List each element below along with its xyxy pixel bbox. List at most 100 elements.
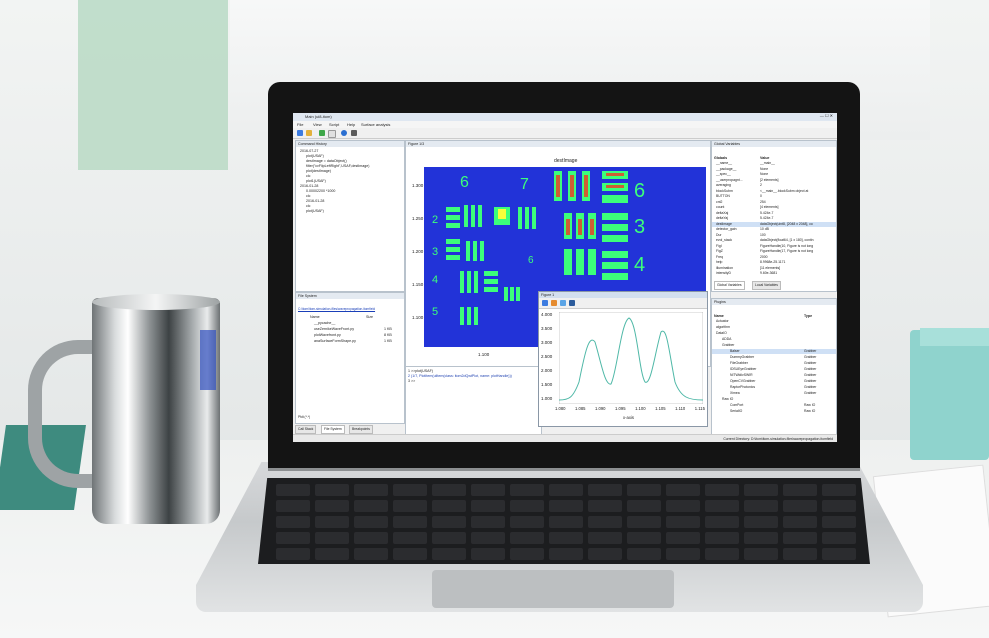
- plugin-row[interactable]: FileGrabber Grabber: [712, 361, 836, 366]
- pan-icon[interactable]: [551, 300, 557, 306]
- variable-row[interactable]: Dur 100: [712, 233, 836, 238]
- settings-icon[interactable]: [351, 130, 357, 136]
- file-row[interactable]: plotWavefront.py: [314, 333, 341, 337]
- variable-row[interactable]: evol_stack dataObject(float64, [1 x 180],…: [712, 238, 836, 243]
- window-controls[interactable]: — ☐ ✕: [820, 113, 833, 118]
- element-number: 5: [432, 306, 438, 318]
- plugin-row[interactable]: OpenCVGrabber Grabber: [712, 379, 836, 384]
- variable-row[interactable]: __userpropagnt... [2 elements]: [712, 178, 836, 183]
- marker-icon[interactable]: [569, 300, 575, 306]
- console-line: 2 (1/7, PlotItem(uiItem(class: itom2dQwt…: [408, 374, 512, 378]
- history-line[interactable]: destImage = dataObject(): [306, 159, 347, 163]
- plugin-row[interactable]: Balser Grabber: [712, 349, 836, 354]
- history-line[interactable]: plot1(USAF): [306, 179, 326, 183]
- variable-row[interactable]: __spec__ None: [712, 172, 836, 177]
- history-line[interactable]: 2016-01-28: [300, 184, 318, 188]
- variable-row[interactable]: averaging 2: [712, 183, 836, 188]
- variable-row[interactable]: help 8.9968e-25.1171: [712, 260, 836, 265]
- variable-row[interactable]: illumination [11 elements]: [712, 266, 836, 271]
- plugin-row[interactable]: SerialIO Raw IO: [712, 409, 836, 414]
- console-panel[interactable]: 1 >>plot(USAF) 2 (1/7, PlotItem(uiItem(c…: [405, 366, 542, 436]
- file-row[interactable]: anaSurfaceFormShape.py: [314, 339, 356, 343]
- variable-row[interactable]: __name__ __main__: [712, 161, 836, 166]
- command-history-panel: Command History 2016-07-27 plot(USAF) de…: [295, 140, 405, 292]
- keyboard-key: [783, 548, 817, 560]
- tab-breakpoints[interactable]: Breakpoints: [349, 425, 373, 434]
- tab-file-system[interactable]: File System: [321, 425, 345, 434]
- variable-name: help: [716, 260, 723, 264]
- variable-row[interactable]: BUTTON 0: [712, 194, 836, 199]
- plugin-row[interactable]: Ximea Grabber: [712, 391, 836, 396]
- plugin-row[interactable]: DummyGrabber Grabber: [712, 355, 836, 360]
- variable-value: 2: [760, 183, 762, 187]
- plugin-row[interactable]: NITWidivSWIR Grabber: [712, 373, 836, 378]
- variable-row[interactable]: cnt2 254: [712, 200, 836, 205]
- plugin-row[interactable]: ADDA: [712, 337, 836, 342]
- plugin-row[interactable]: Actuator: [712, 319, 836, 324]
- file-size: 8 KB: [384, 333, 392, 337]
- variable-row[interactable]: count [4 elements]: [712, 205, 836, 210]
- camera-icon[interactable]: [328, 130, 336, 138]
- save-icon[interactable]: [542, 300, 548, 306]
- variable-value: 254: [760, 199, 766, 204]
- history-line[interactable]: filter("cvFlipLeftRight",USAF,destImage): [306, 164, 369, 168]
- history-line[interactable]: clc: [306, 174, 310, 178]
- variable-row[interactable]: detector_gain 10 dB: [712, 227, 836, 232]
- current-path[interactable]: C:\itom\itom-simulation-files\wavepropag…: [298, 307, 375, 311]
- file-row[interactable]: useZernikeWaveFront.py: [314, 327, 354, 331]
- tab-global-variables[interactable]: Global Variables: [714, 281, 745, 290]
- new-script-icon[interactable]: [297, 130, 303, 136]
- variable-row[interactable]: deltaYaj 5.424e-7: [712, 216, 836, 221]
- tab-local-variables[interactable]: Local Variables: [752, 281, 781, 290]
- file-row[interactable]: __pycache__: [314, 321, 335, 325]
- plugin-row[interactable]: Grabber: [712, 343, 836, 348]
- variable-value: 10 dB: [760, 227, 769, 231]
- y-tick: 1.250: [412, 216, 424, 221]
- variable-row[interactable]: __package__ None: [712, 167, 836, 172]
- menu-surface-analysis[interactable]: Surface analysis: [361, 122, 390, 127]
- plugin-type: Grabber: [804, 391, 817, 395]
- variable-name: FigI: [716, 243, 722, 248]
- variable-name: cnt2: [716, 199, 723, 204]
- run-icon[interactable]: [319, 130, 325, 136]
- plugin-row[interactable]: ComPort Raw IO: [712, 403, 836, 408]
- tab-call-stack[interactable]: Call Stack: [295, 425, 317, 434]
- history-line[interactable]: clc: [306, 194, 310, 198]
- plugin-row[interactable]: algorithm: [712, 325, 836, 330]
- menu-file[interactable]: File: [297, 122, 303, 127]
- menu-script[interactable]: Script: [329, 122, 339, 127]
- plugin-row[interactable]: DataIO: [712, 331, 836, 336]
- variable-row[interactable]: FigZ FigureHandle(17, Figure is not long: [712, 249, 836, 254]
- keyboard-key: [666, 500, 700, 512]
- variable-row[interactable]: FigI FigureHandle(10, Figure is not long: [712, 244, 836, 249]
- variable-row[interactable]: destImage dataObject(uint8, [2048 x 2048]…: [712, 221, 836, 227]
- menu-help[interactable]: Help: [347, 122, 355, 127]
- history-line[interactable]: clc: [306, 204, 310, 208]
- keyboard-key: [510, 500, 544, 512]
- x-tick: 1.105: [655, 406, 666, 411]
- history-line[interactable]: 2016-07-27: [300, 149, 318, 153]
- plugin-row[interactable]: RaptorPhotonics Grabber: [712, 385, 836, 390]
- history-line[interactable]: 0.00002200 *1000: [306, 189, 335, 193]
- help-icon[interactable]: [341, 130, 347, 136]
- variable-row[interactable]: intensityD 9.60e-3681: [712, 271, 836, 276]
- variable-row[interactable]: blockSubm <__main__.blockSubm object at: [712, 189, 836, 194]
- group-number: 6: [460, 174, 469, 191]
- variable-name: detector_gain: [716, 227, 737, 231]
- variable-row[interactable]: Freq 2000: [712, 255, 836, 260]
- history-line[interactable]: 2016-01-28: [306, 199, 324, 203]
- panel-title: Global Variables: [712, 141, 836, 147]
- open-folder-icon[interactable]: [306, 130, 312, 136]
- history-line[interactable]: plot(destImage): [306, 169, 331, 173]
- variable-value: <__main__.blockSubm object at: [760, 188, 809, 193]
- zoom-icon[interactable]: [560, 300, 566, 306]
- green-poster: [78, 0, 228, 170]
- history-line[interactable]: plot(USAF): [306, 154, 324, 158]
- plugin-row[interactable]: IDSUEyeGrabber Grabber: [712, 367, 836, 372]
- file-filter[interactable]: Pfdt (*.*): [298, 415, 310, 419]
- plugin-row[interactable]: Raw IO: [712, 397, 836, 402]
- menu-view[interactable]: View: [313, 122, 322, 127]
- variable-row[interactable]: deltaXaj 5.424e-7: [712, 211, 836, 216]
- intensity-profile-plot[interactable]: [559, 312, 703, 404]
- history-line[interactable]: plot(USAF): [306, 209, 324, 213]
